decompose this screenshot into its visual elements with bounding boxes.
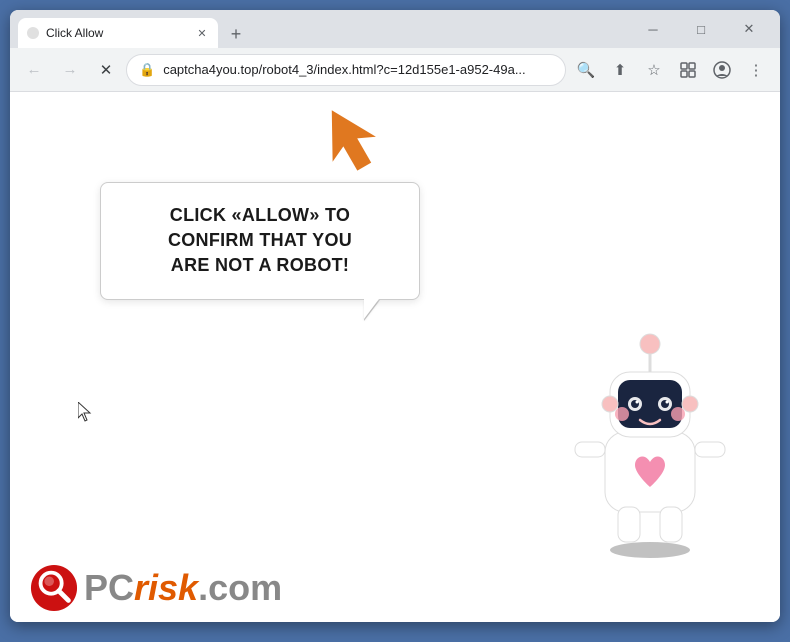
- share-button[interactable]: ⬆: [604, 54, 636, 86]
- title-bar: Click Allow ✕ + ─ □ ✕: [10, 10, 780, 48]
- tab-favicon: [26, 26, 40, 40]
- tab-strip: Click Allow ✕ +: [18, 10, 626, 48]
- tab-title: Click Allow: [46, 26, 188, 40]
- logo-pc: PC: [84, 567, 134, 608]
- close-button[interactable]: ✕: [726, 14, 772, 44]
- maximize-button[interactable]: □: [678, 14, 724, 44]
- window-controls: ─ □ ✕: [630, 14, 772, 44]
- address-bar[interactable]: 🔒 captcha4you.top/robot4_3/index.html?c=…: [126, 54, 566, 86]
- robot-svg: [550, 282, 750, 562]
- bubble-text: CLICK «ALLOW» TO CONFIRM THAT YOU ARE NO…: [125, 203, 395, 279]
- tab-close-button[interactable]: ✕: [194, 25, 210, 41]
- lock-icon: 🔒: [139, 62, 155, 78]
- active-tab[interactable]: Click Allow ✕: [18, 18, 218, 48]
- back-button[interactable]: ←: [18, 54, 50, 86]
- speech-bubble: CLICK «ALLOW» TO CONFIRM THAT YOU ARE NO…: [100, 182, 420, 300]
- profile-icon: [713, 61, 731, 79]
- url-text: captcha4you.top/robot4_3/index.html?c=12…: [163, 62, 553, 77]
- bubble-line1: CLICK «ALLOW» TO CONFIRM THAT YOU: [168, 205, 352, 250]
- nav-actions: 🔍 ⬆ ☆ ⋮: [570, 54, 772, 86]
- bookmark-button[interactable]: ☆: [638, 54, 670, 86]
- pcrisk-logo-icon: [30, 564, 78, 612]
- bubble-line2: ARE NOT A ROBOT!: [171, 255, 349, 275]
- extensions-button[interactable]: [672, 54, 704, 86]
- pcrisk-logo-text: PCrisk.com: [84, 570, 282, 606]
- pcrisk-logo: PCrisk.com: [30, 564, 282, 612]
- minimize-button[interactable]: ─: [630, 14, 676, 44]
- robot-illustration: [550, 282, 750, 562]
- arrow-icon: [318, 100, 383, 175]
- browser-window: Click Allow ✕ + ─ □ ✕ ← → ✕ 🔒 captcha4yo…: [10, 10, 780, 622]
- navigation-bar: ← → ✕ 🔒 captcha4you.top/robot4_3/index.h…: [10, 48, 780, 92]
- forward-button[interactable]: →: [54, 54, 86, 86]
- extensions-icon: [680, 62, 696, 78]
- logo-risk: risk: [134, 567, 198, 608]
- cursor: [78, 402, 92, 427]
- page-content: CLICK «ALLOW» TO CONFIRM THAT YOU ARE NO…: [10, 92, 780, 622]
- profile-button[interactable]: [706, 54, 738, 86]
- menu-button[interactable]: ⋮: [740, 54, 772, 86]
- cursor-icon: [78, 402, 92, 422]
- search-button[interactable]: 🔍: [570, 54, 602, 86]
- arrow-container: [318, 100, 383, 180]
- logo-domain: .com: [198, 567, 282, 608]
- new-tab-button[interactable]: +: [222, 20, 250, 48]
- reload-button[interactable]: ✕: [90, 54, 122, 86]
